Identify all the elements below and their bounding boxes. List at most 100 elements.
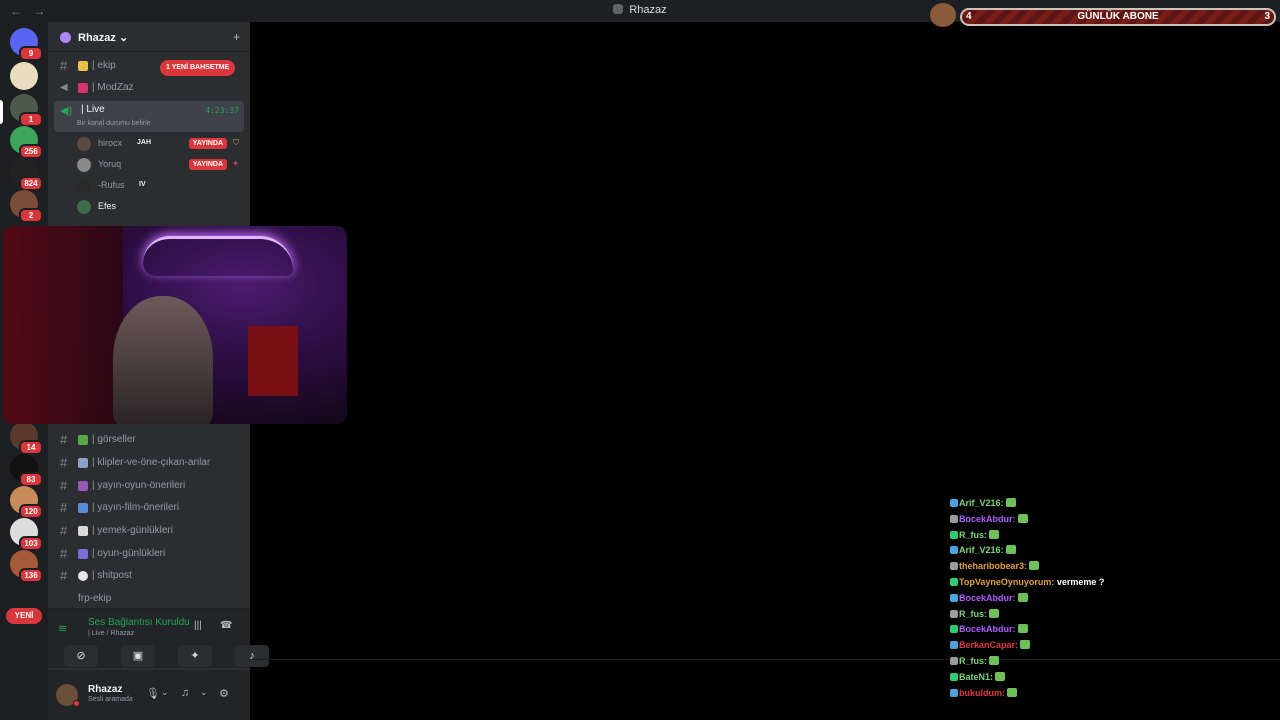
emote-icon bbox=[1017, 513, 1028, 523]
server-icon[interactable]: 103 bbox=[10, 518, 43, 551]
chevron-down-icon[interactable]: ⌄ bbox=[161, 687, 169, 698]
voice-user[interactable]: Yoruq YAYINDA ✦ bbox=[77, 155, 245, 175]
channel-yemek[interactable]: # | yemek-günlükleri bbox=[54, 521, 244, 541]
chevron-down-icon: ⌄ bbox=[118, 32, 129, 44]
emote-icon bbox=[1005, 498, 1016, 507]
hash-icon: # bbox=[60, 432, 68, 447]
neon-sign bbox=[143, 236, 293, 276]
chat-username: BocekAbdur: bbox=[959, 624, 1016, 635]
soundboard-button[interactable]: ♪ bbox=[235, 645, 269, 667]
channel-oyun[interactable]: # | oyun-günlükleri bbox=[54, 544, 244, 564]
new-mention-pill[interactable]: 1 YENİ BAHSETME bbox=[160, 60, 236, 76]
emote-icon bbox=[1017, 624, 1028, 634]
hash-icon: # bbox=[60, 500, 68, 515]
chat-username: R_fus: bbox=[959, 529, 988, 540]
channel-modzaz[interactable]: ◀ | ModZaz bbox=[54, 78, 244, 98]
window-title-text: Rhazaz bbox=[629, 4, 667, 16]
daily-sub-goal-bar: 4 GÜNLÜK ABONE 3 bbox=[960, 8, 1276, 26]
channel-label: | Live bbox=[81, 104, 105, 115]
channel-gorseller[interactable]: # | görseller bbox=[54, 430, 244, 450]
server-icon[interactable]: 83 bbox=[10, 454, 43, 487]
emote-icon bbox=[1005, 545, 1016, 555]
badge: 824 bbox=[19, 176, 43, 191]
server-icon[interactable] bbox=[10, 62, 38, 90]
chat-username: TopVayneOynuyorum: bbox=[959, 576, 1055, 587]
webcam-overlay bbox=[3, 226, 347, 424]
guild-header[interactable]: Rhazaz ⌄ + bbox=[48, 22, 250, 52]
webcam-background bbox=[3, 226, 123, 424]
signal-icon: ≋ bbox=[58, 623, 68, 635]
badge-icon bbox=[950, 641, 958, 650]
badge-icon bbox=[950, 546, 958, 555]
noise-suppression-icon[interactable]: ||| bbox=[194, 620, 202, 631]
server-icon[interactable]: 14 bbox=[10, 422, 43, 455]
server-icon[interactable]: 1 bbox=[10, 94, 43, 127]
flag bbox=[248, 326, 298, 396]
channel-status-prompt[interactable]: Bir kanal durumu belirle bbox=[77, 120, 151, 127]
server-icon[interactable]: 120 bbox=[10, 486, 43, 519]
discord-home-icon[interactable]: 9 bbox=[10, 28, 43, 61]
chat-overlay: Arif_V216: BocekAbdur: R_fus: Arif_V216: the… bbox=[950, 496, 1150, 701]
server-icon[interactable]: 2 bbox=[10, 190, 43, 223]
avatar bbox=[77, 158, 91, 172]
server-icon bbox=[613, 4, 624, 14]
badge-icon bbox=[950, 593, 958, 602]
new-unread-pill[interactable]: YENİ bbox=[6, 608, 42, 624]
chat-username: R_fus: bbox=[959, 608, 988, 619]
headphones-icon[interactable]: ♫ bbox=[181, 687, 189, 699]
channel-emoji-icon bbox=[78, 435, 88, 445]
chevron-down-icon[interactable]: ⌄ bbox=[200, 687, 208, 698]
badge: 256 bbox=[19, 144, 43, 159]
emote-icon bbox=[989, 608, 1000, 618]
voice-connection-panel: ≋ Ses Bağlantısı Kuruldu | Live / Rhazaz… bbox=[48, 608, 269, 668]
channel-frp-ekip[interactable]: frp-ekip bbox=[54, 589, 244, 609]
screen-share-button[interactable]: ▣ bbox=[121, 645, 155, 667]
status-dot bbox=[73, 700, 80, 707]
channel-yayin-oyun[interactable]: # | yayın-oyun-önerileri bbox=[54, 476, 244, 496]
emote-icon bbox=[1029, 561, 1040, 571]
voice-user[interactable]: -Rufus IV bbox=[77, 176, 245, 196]
chat-username: R_fus: bbox=[959, 655, 988, 666]
chat-message: BocekAbdur: bbox=[950, 591, 1150, 607]
badge-icon bbox=[950, 625, 958, 634]
server-icon[interactable]: 824 bbox=[10, 158, 43, 191]
server-icon[interactable]: 136 bbox=[10, 550, 43, 583]
voice-channel-live[interactable]: ◀) | Live 4:23:37 Bir kanal durumu belir… bbox=[54, 101, 244, 132]
avatar bbox=[77, 200, 91, 214]
voice-user[interactable]: Efes bbox=[77, 197, 245, 217]
hash-icon: # bbox=[60, 478, 68, 493]
microphone-icon[interactable]: 🎙︎ bbox=[146, 687, 160, 700]
goal-label: GÜNLÜK ABONE bbox=[1077, 11, 1159, 22]
badge: 136 bbox=[19, 568, 43, 583]
chat-username: BocekAbdur: bbox=[959, 592, 1016, 603]
channel-shitpost[interactable]: # | shitpost bbox=[54, 566, 244, 586]
voice-connected-label[interactable]: Ses Bağlantısı Kuruldu bbox=[88, 617, 190, 628]
user-tag: JAH bbox=[137, 139, 152, 146]
chat-message: R_fus: bbox=[950, 528, 1150, 544]
channel-label: | klipler-ve-öne-çıkan-anlar bbox=[92, 457, 211, 468]
user-status: Sesli aramada bbox=[88, 696, 133, 703]
channel-yayin-film[interactable]: # | yayın-film-önerileri bbox=[54, 498, 244, 518]
username[interactable]: Rhazaz bbox=[88, 684, 122, 695]
channel-klipler[interactable]: # | klipler-ve-öne-çıkan-anlar bbox=[54, 453, 244, 473]
channel-label: frp-ekip bbox=[78, 593, 112, 604]
disconnect-icon[interactable]: ☎ bbox=[220, 620, 232, 631]
server-icon[interactable]: 256 bbox=[10, 126, 43, 159]
gear-icon[interactable]: ⚙ bbox=[219, 687, 229, 700]
badge-icon bbox=[950, 514, 958, 523]
voice-user-name: -Rufus bbox=[98, 180, 125, 190]
badge-icon bbox=[950, 656, 958, 665]
chat-username: Arif_V216: bbox=[959, 545, 1004, 556]
camera-off-button[interactable]: ⊘ bbox=[64, 645, 98, 667]
hash-icon: # bbox=[60, 523, 68, 538]
emote-icon bbox=[995, 671, 1006, 681]
call-timer: 4:23:37 bbox=[205, 106, 239, 115]
voice-user[interactable]: hirocx JAH YAYINDA ⛉ bbox=[77, 134, 245, 154]
activities-button[interactable]: ✦ bbox=[178, 645, 212, 667]
person-add-icon[interactable]: + bbox=[233, 30, 240, 44]
channel-label: | ekip bbox=[92, 60, 116, 71]
channel-emoji-icon bbox=[78, 458, 88, 468]
badge-icon bbox=[950, 688, 958, 697]
voice-channel-path[interactable]: | Live / Rhazaz bbox=[88, 630, 134, 637]
voice-user-name: hirocx bbox=[98, 138, 123, 148]
